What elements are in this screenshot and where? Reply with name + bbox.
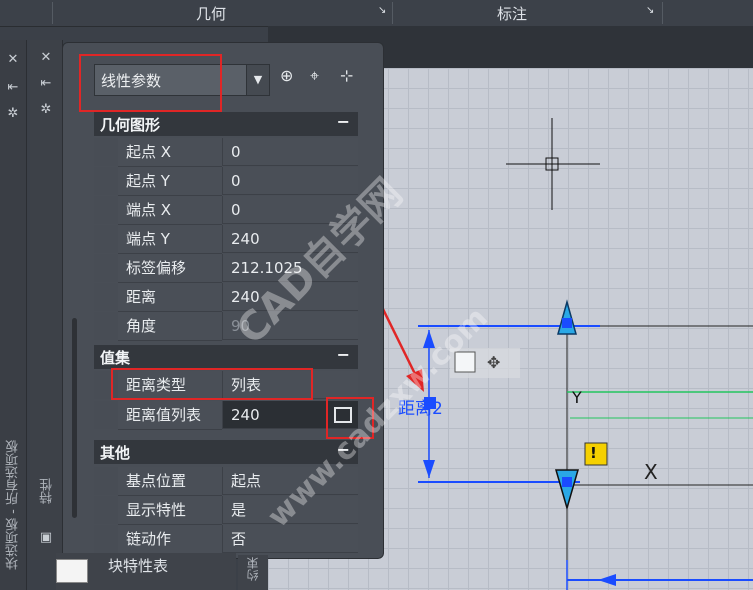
- table-icon: [56, 559, 88, 583]
- property-label: 链动作: [118, 525, 222, 554]
- x-mark: X: [644, 460, 658, 484]
- autohide-icon[interactable]: ⇤: [35, 76, 57, 91]
- property-row[interactable]: 起点 Y0: [94, 167, 358, 196]
- crosshair-cursor-icon: [506, 118, 600, 210]
- block-table-tab[interactable]: 块特性表: [56, 553, 236, 590]
- toggle-pickadd-icon[interactable]: ⊹: [340, 66, 353, 85]
- settings-icon[interactable]: ✲: [2, 106, 24, 121]
- property-label: 基点位置: [118, 467, 222, 496]
- property-label: 显示特性: [118, 496, 222, 525]
- chevron-down-icon[interactable]: ▼: [246, 65, 269, 95]
- properties-vertical-label[interactable]: 特性: [38, 478, 57, 504]
- panel-menu-icon[interactable]: ▣: [35, 530, 57, 545]
- property-row[interactable]: 起点 X0: [94, 138, 358, 167]
- property-label: 起点 Y: [118, 167, 222, 196]
- autohide-icon[interactable]: ⇤: [2, 80, 24, 95]
- dimension-arrow-icon: [423, 460, 435, 478]
- property-value[interactable]: 0: [222, 167, 358, 195]
- close-icon[interactable]: ✕: [2, 52, 24, 67]
- close-icon[interactable]: ✕: [35, 50, 57, 65]
- y-axis-label: Y: [572, 388, 582, 407]
- section-title: 其他: [100, 444, 131, 462]
- property-label: 起点 X: [118, 138, 222, 167]
- block-table-label: 块特性表: [108, 557, 169, 575]
- panel-scrollbar[interactable]: [72, 318, 77, 518]
- section-valueset-header[interactable]: 值集 −: [94, 345, 358, 369]
- annotation-box: [79, 54, 222, 112]
- move-icon: ✥: [487, 353, 500, 372]
- tool-palette-strip: ✕ ⇤ ✲ 块选项板 - 所有选项板: [0, 40, 27, 590]
- grip-square-icon: [562, 318, 572, 328]
- palette-vertical-label[interactable]: 块选项板 - 所有选项板: [4, 440, 23, 570]
- constraint-tab-label: 约束: [246, 557, 260, 581]
- property-label: 距离值列表: [118, 401, 222, 430]
- collapse-icon[interactable]: −: [337, 345, 350, 364]
- quick-select-icon[interactable]: ⊕: [280, 66, 293, 85]
- section-title: 几何图形: [100, 116, 161, 134]
- collapse-icon[interactable]: −: [337, 112, 350, 131]
- property-label: 标签偏移: [118, 254, 222, 283]
- constraint-tab[interactable]: 约束: [238, 555, 268, 590]
- annotation-box: [111, 368, 313, 400]
- property-row[interactable]: 链动作否: [94, 525, 358, 554]
- settings-icon[interactable]: ✲: [35, 102, 57, 117]
- property-label: 角度: [118, 312, 222, 341]
- property-value[interactable]: 0: [222, 138, 358, 166]
- section-geometry-header[interactable]: 几何图形 −: [94, 112, 358, 136]
- property-label: 端点 X: [118, 196, 222, 225]
- property-label: 端点 Y: [118, 225, 222, 254]
- grip-square-icon: [562, 477, 572, 487]
- section-title: 值集: [100, 349, 131, 367]
- property-label: 距离: [118, 283, 222, 312]
- warning-symbol[interactable]: !: [590, 444, 597, 462]
- select-objects-icon[interactable]: ⌖: [310, 66, 319, 86]
- grip-arrow-icon: [555, 469, 579, 511]
- property-row[interactable]: 距离值列表 240: [94, 401, 358, 430]
- properties-strip: ✕ ⇤ ✲ 特性 ▣: [30, 40, 63, 560]
